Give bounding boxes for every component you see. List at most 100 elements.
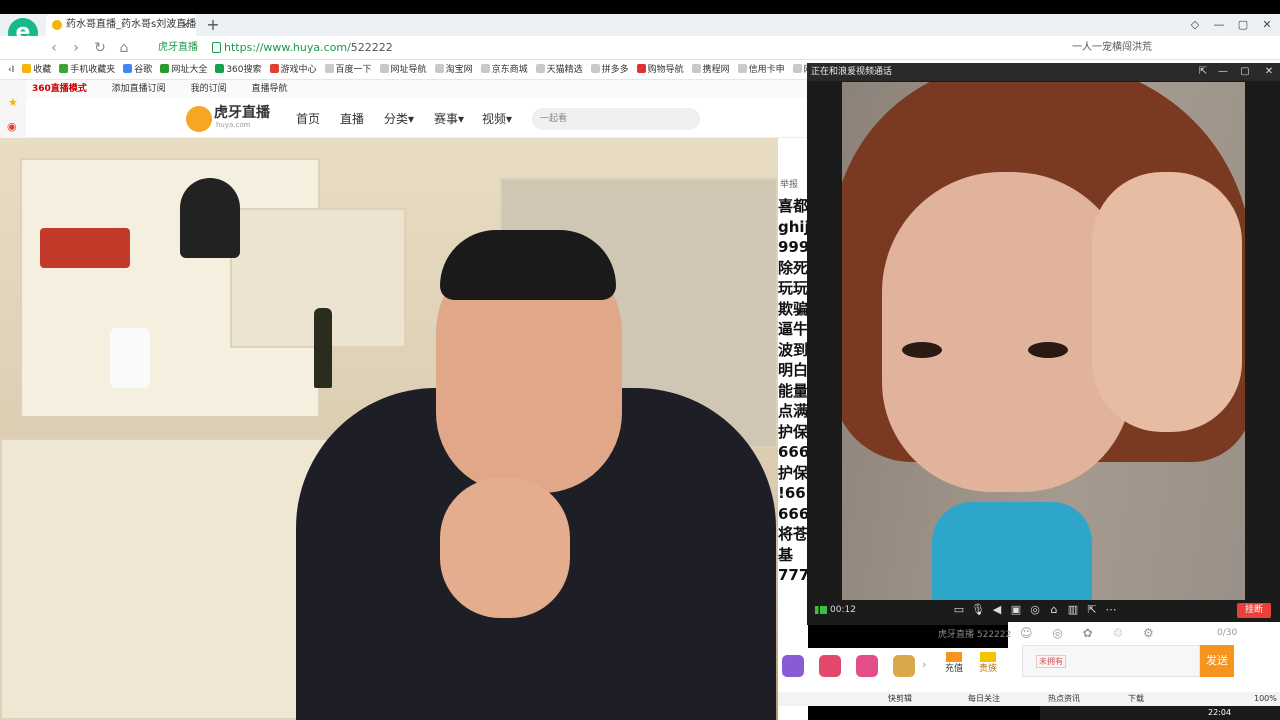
- weibo-icon[interactable]: ◉: [7, 120, 17, 133]
- nav-category[interactable]: 分类▾: [384, 110, 414, 127]
- danmu-item: 护保: [778, 422, 808, 441]
- danmu-item: !66: [778, 484, 806, 502]
- bookmark-label: 360搜索: [226, 65, 262, 75]
- bookmark-label: 购物导航: [647, 65, 684, 75]
- emoji-toolbar[interactable]: ☺ ◎ ✿ ♲ ⚙: [1020, 626, 1162, 640]
- bookmark-item[interactable]: 拼多多: [590, 60, 629, 80]
- nav-live[interactable]: 直播: [340, 110, 364, 127]
- snapshot-icon[interactable]: ◎: [1028, 603, 1042, 617]
- nav-home[interactable]: 首页: [296, 110, 320, 127]
- new-tab-button[interactable]: +: [204, 14, 222, 36]
- noble-button[interactable]: 贵族: [978, 652, 998, 675]
- lock-icon: [212, 42, 221, 53]
- danmu-item: 欺骗男: [778, 299, 808, 318]
- bookmark-item[interactable]: 手机收藏夹: [59, 60, 115, 80]
- url-prefix: https://www.huya.com/: [224, 41, 351, 54]
- call-close-button[interactable]: ✕: [1260, 63, 1278, 81]
- add-subscription-link[interactable]: 添加直播订阅: [112, 84, 166, 94]
- hangup-button[interactable]: 挂断: [1237, 603, 1271, 618]
- danmu-item: 波到: [778, 340, 808, 359]
- bookmark-item[interactable]: 游戏中心: [269, 60, 317, 80]
- more-icon[interactable]: ⋯: [1104, 603, 1118, 617]
- gift-icon[interactable]: [782, 655, 804, 677]
- status-item[interactable]: 快剪辑: [888, 692, 912, 706]
- gift-icon[interactable]: [819, 655, 841, 677]
- bookmark-icon: [590, 64, 600, 73]
- gift-next-icon[interactable]: ›: [922, 658, 926, 671]
- bookmark-item[interactable]: 京东商城: [480, 60, 528, 80]
- reload-button[interactable]: ↻: [90, 36, 110, 60]
- home-button[interactable]: ⌂: [114, 36, 134, 60]
- bookmark-item[interactable]: 天猫精选: [535, 60, 583, 80]
- close-window-button[interactable]: ✕: [1256, 14, 1278, 36]
- bookmark-item[interactable]: 收藏: [22, 60, 51, 80]
- call-minimize-button[interactable]: —: [1214, 63, 1232, 81]
- bookmark-item[interactable]: 淘宝网: [434, 60, 473, 80]
- huya-logo-icon[interactable]: [186, 106, 212, 132]
- maximize-button[interactable]: ▢: [1232, 14, 1254, 36]
- layout-icon[interactable]: ▥: [1066, 603, 1080, 617]
- mic-icon[interactable]: 🎙: [971, 603, 985, 617]
- browser-search-field[interactable]: 一人一宠横闯洪荒: [1072, 41, 1152, 55]
- nav-events[interactable]: 赛事▾: [434, 110, 464, 127]
- bookmark-label: 游戏中心: [280, 65, 317, 75]
- tab-close-icon[interactable]: ×: [181, 14, 190, 36]
- bookmark-item[interactable]: 信用卡申: [737, 60, 785, 80]
- signal-icon: [815, 606, 827, 614]
- bookmark-icon: [535, 64, 545, 73]
- bookmark-item[interactable]: 谷歌: [123, 60, 152, 80]
- star-icon[interactable]: ★: [8, 96, 18, 109]
- report-link[interactable]: 举报: [780, 177, 798, 190]
- call-control-bar: [807, 600, 1280, 622]
- camera-icon[interactable]: ▣: [1009, 603, 1023, 617]
- bookmark-label: 网址导航: [390, 65, 427, 75]
- popout-icon[interactable]: ⇱: [1085, 603, 1099, 617]
- bookmark-label: 手机收藏夹: [70, 65, 116, 75]
- bookmark-label: 网址大全: [171, 65, 208, 75]
- char-count: 0/30: [1217, 628, 1238, 638]
- call-pin-icon[interactable]: ⇱: [1194, 63, 1212, 81]
- tab-huya[interactable]: 药水哥直播_药水哥s刘波直播间... ×: [46, 14, 196, 36]
- stream-video[interactable]: [0, 138, 778, 720]
- url-field[interactable]: https://www.huya.com/522222: [224, 41, 393, 55]
- status-item[interactable]: 每日关注: [968, 692, 1000, 706]
- bookmark-item[interactable]: 360搜索: [215, 60, 262, 80]
- minimize-button[interactable]: —: [1208, 14, 1230, 36]
- bookmarks-toggle-icon[interactable]: ‹I: [8, 60, 14, 80]
- my-subscription-link[interactable]: 我的订阅: [191, 84, 227, 94]
- bookmark-item[interactable]: 携程网: [691, 60, 730, 80]
- danmu-item: 99999: [778, 238, 808, 256]
- zoom-level[interactable]: 100%: [1254, 692, 1277, 706]
- subtitle-icon[interactable]: ▭: [952, 603, 966, 617]
- site-search-input[interactable]: 一起看: [532, 108, 700, 130]
- bookmark-icon: [636, 64, 646, 73]
- danmu-item: 护保: [778, 463, 808, 482]
- bookmark-item[interactable]: 购物导航: [636, 60, 684, 80]
- forward-button[interactable]: ›: [66, 36, 86, 60]
- nav-video[interactable]: 视频▾: [482, 110, 512, 127]
- call-timer: 00:12: [830, 605, 856, 615]
- bookmark-item[interactable]: 网址大全: [160, 60, 207, 80]
- call-video-feed[interactable]: [842, 82, 1245, 600]
- bookmark-icon: [59, 64, 69, 73]
- bookmark-label: 天猫精选: [546, 65, 583, 75]
- record-icon[interactable]: ⌂: [1047, 603, 1061, 617]
- bookmark-item[interactable]: 网址导航: [379, 60, 427, 80]
- gift-icon[interactable]: [856, 655, 878, 677]
- gift-icon[interactable]: [893, 655, 915, 677]
- recharge-button[interactable]: 充值: [944, 652, 964, 675]
- huya-name[interactable]: 虎牙直播: [214, 105, 270, 121]
- live-nav-link[interactable]: 直播导航: [251, 84, 287, 94]
- back-button[interactable]: ‹: [44, 36, 64, 60]
- danmu-item: 将苍: [778, 525, 808, 543]
- huya-domain: huya.com: [216, 121, 251, 129]
- speaker-icon[interactable]: ◀: [990, 603, 1004, 617]
- status-item[interactable]: 热点资讯: [1048, 692, 1080, 706]
- bookmark-icon: [22, 64, 32, 73]
- send-button[interactable]: 发送: [1200, 645, 1234, 677]
- bookmark-item[interactable]: 百度一下: [324, 60, 372, 80]
- call-maximize-button[interactable]: ▢: [1236, 63, 1254, 81]
- site-badge[interactable]: 虎牙直播: [158, 41, 198, 55]
- status-item[interactable]: 下载: [1128, 692, 1144, 706]
- skin-icon[interactable]: ◇: [1184, 14, 1206, 36]
